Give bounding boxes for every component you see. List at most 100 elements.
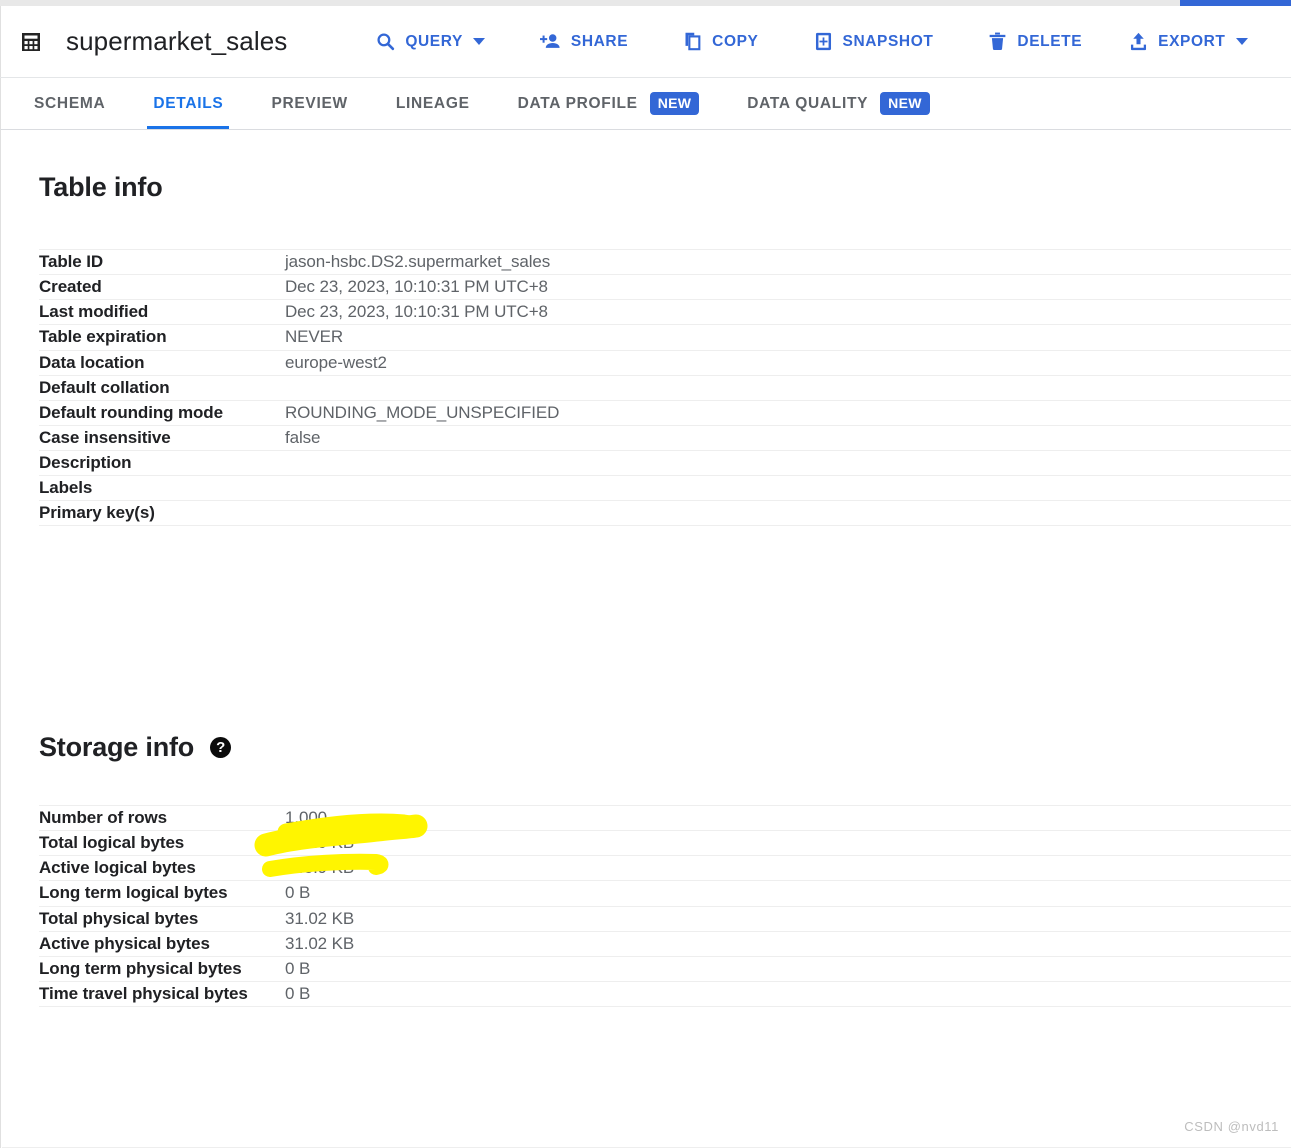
tab-preview[interactable]: PREVIEW xyxy=(247,78,371,129)
search-icon xyxy=(375,31,396,52)
row-key: Long term logical bytes xyxy=(39,883,228,903)
tab-schema[interactable]: SCHEMA xyxy=(10,78,129,129)
person-add-icon xyxy=(539,31,562,52)
row-key: Number of rows xyxy=(39,808,168,827)
tab-data-profile-new-badge: NEW xyxy=(649,92,700,115)
row-value xyxy=(285,501,1291,526)
table-row: Data location europe-west2 xyxy=(39,350,1291,375)
table-row: Long term physical bytes 0 B xyxy=(39,956,1291,981)
row-value: 145.9 KB xyxy=(285,833,355,853)
row-key: Last modified xyxy=(39,302,149,322)
row-value: false xyxy=(285,427,321,447)
storage-info-table: Number of rows 1,000 Total logical bytes 14… xyxy=(39,805,1291,1007)
table-row: Total physical bytes 31.02 KB xyxy=(39,906,1291,931)
row-value: 31.02 KB xyxy=(285,908,355,928)
table-row: Active logical bytes 145.9 KB xyxy=(39,855,1291,881)
row-value: jason-hsbc.DS2.supermarket_sales xyxy=(285,252,551,271)
row-value: ROUNDING_MODE_UNSPECIFIED xyxy=(285,402,560,422)
row-value: 0 B xyxy=(285,983,311,1003)
row-value: europe-west2 xyxy=(285,352,387,372)
trash-icon xyxy=(987,31,1008,52)
table-row: Default rounding mode ROUNDING_MODE_UNSPE… xyxy=(39,400,1291,425)
table-info-heading: Table info xyxy=(39,172,163,202)
row-value xyxy=(285,451,1291,476)
tab-data-profile-label: DATA PROFILE xyxy=(517,94,638,112)
table-row: Last modified Dec 23, 2023, 10:10:31 PM U… xyxy=(39,299,1291,325)
row-value xyxy=(285,476,1291,501)
row-value: 0 B xyxy=(285,958,311,978)
row-key: Description xyxy=(39,453,132,472)
storage-info-heading: Storage info ? xyxy=(39,732,1291,763)
copy-icon xyxy=(682,31,703,52)
table-row: Case insensitive false xyxy=(39,425,1291,450)
share-button[interactable]: SHARE xyxy=(529,25,638,58)
storage-info-section: Storage info ? Number of rows 1,000 Total … xyxy=(39,732,1291,1007)
table-row: Table expiration NEVER xyxy=(39,324,1291,350)
share-button-label: SHARE xyxy=(570,32,629,50)
table-row: Time travel physical bytes 0 B xyxy=(39,981,1291,1007)
tab-data-quality-new-badge: NEW xyxy=(880,92,930,115)
row-key: Created xyxy=(39,277,102,297)
tab-preview-label: PREVIEW xyxy=(271,94,348,112)
tab-lineage[interactable]: LINEAGE xyxy=(372,78,494,129)
row-key: Active logical bytes xyxy=(39,858,196,878)
query-button-label: QUERY xyxy=(405,32,463,50)
table-row: Active physical bytes 31.02 KB xyxy=(39,931,1291,956)
snapshot-icon xyxy=(813,31,834,52)
row-value xyxy=(285,375,1291,400)
page-title: supermarket_sales xyxy=(66,26,288,56)
table-row: Labels xyxy=(39,475,1291,501)
top-scroll-indicator-fill xyxy=(1180,0,1291,6)
tab-data-profile[interactable]: DATA PROFILE NEW xyxy=(494,78,724,129)
table-row: Number of rows 1,000 xyxy=(39,805,1291,831)
storage-info-rows: Number of rows 1,000 Total logical bytes 14… xyxy=(39,805,1291,1007)
table-row: Total logical bytes 145.9 KB xyxy=(39,830,1291,856)
row-value: NEVER xyxy=(285,327,344,347)
row-key: Total physical bytes xyxy=(39,908,199,928)
table-info-section: Table info Table ID jason-hsbc.DS2.superm… xyxy=(39,172,1291,526)
table-info-table: Table ID jason-hsbc.DS2.supermarket_sales… xyxy=(39,249,1291,526)
top-scroll-indicator[interactable] xyxy=(0,0,1291,6)
row-key: Table ID xyxy=(39,252,104,271)
details-panel: Table info Table ID jason-hsbc.DS2.superm… xyxy=(0,130,1291,1148)
tab-details[interactable]: DETAILS xyxy=(129,78,247,129)
row-key: Long term physical bytes xyxy=(39,958,242,978)
export-button[interactable]: EXPORT xyxy=(1118,25,1257,58)
table-row: Created Dec 23, 2023, 10:10:31 PM UTC+8 xyxy=(39,274,1291,300)
row-key: Primary key(s) xyxy=(39,503,155,523)
row-key: Active physical bytes xyxy=(39,933,210,953)
row-key: Data location xyxy=(39,352,145,372)
table-info-rows: Table ID jason-hsbc.DS2.supermarket_sales… xyxy=(39,249,1291,526)
chevron-down-icon xyxy=(472,38,485,45)
row-value: 0 B xyxy=(285,883,311,903)
row-key: Case insensitive xyxy=(39,427,171,447)
row-value: Dec 23, 2023, 10:10:31 PM UTC+8 xyxy=(285,277,548,297)
chevron-down-icon xyxy=(1235,38,1248,45)
help-circle-icon[interactable]: ? xyxy=(210,737,232,758)
query-button[interactable]: QUERY xyxy=(365,25,495,58)
copy-button[interactable]: COPY xyxy=(672,25,768,58)
copy-button-label: COPY xyxy=(712,32,759,50)
header-left-border xyxy=(0,6,9,77)
snapshot-button[interactable]: SNAPSHOT xyxy=(803,25,944,58)
row-value: Dec 23, 2023, 10:10:31 PM UTC+8 xyxy=(285,302,548,322)
row-value: 1,000 xyxy=(285,808,328,827)
tab-data-quality-label: DATA QUALITY xyxy=(747,94,869,112)
row-key: Time travel physical bytes xyxy=(39,983,248,1003)
row-key: Labels xyxy=(39,478,93,498)
table-row: Primary key(s) xyxy=(39,500,1291,526)
tab-data-quality[interactable]: DATA QUALITY NEW xyxy=(723,78,953,129)
row-value: 31.02 KB xyxy=(285,933,355,953)
table-row: Description xyxy=(39,450,1291,476)
table-row: Long term logical bytes 0 B xyxy=(39,880,1291,906)
table-header-bar: supermarket_sales QUERY SHARE COPY SNAPS… xyxy=(0,6,1291,78)
snapshot-button-label: SNAPSHOT xyxy=(842,32,934,50)
export-icon xyxy=(1128,31,1149,52)
storage-info-heading-label: Storage info xyxy=(39,732,195,762)
delete-button-label: DELETE xyxy=(1017,32,1083,50)
export-button-label: EXPORT xyxy=(1158,32,1226,50)
delete-button[interactable]: DELETE xyxy=(977,25,1092,58)
row-key: Table expiration xyxy=(39,327,167,347)
row-key: Default collation xyxy=(39,377,170,397)
row-value: 145.9 KB xyxy=(285,858,355,878)
